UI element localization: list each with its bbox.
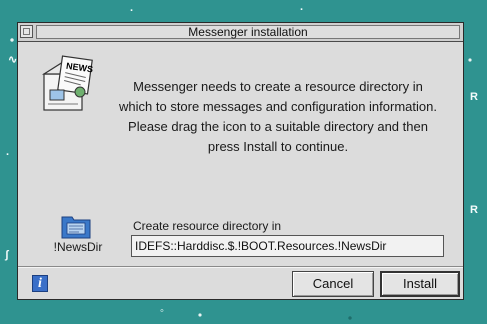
desktop-speck: R	[470, 91, 478, 103]
desktop-speck: ·	[6, 149, 10, 161]
cancel-button[interactable]: Cancel	[292, 271, 374, 297]
dialog-content: NEWS Messenger needs to create a resourc…	[18, 42, 463, 299]
desktop-speck: R	[470, 204, 478, 216]
destination-label: Create resource directory in	[133, 219, 282, 233]
window-title: Messenger installation	[36, 25, 460, 39]
directory-icon[interactable]	[61, 213, 91, 239]
dialog-message: Messenger needs to create a resource dir…	[119, 79, 437, 154]
desktop-speck: ·	[130, 5, 134, 17]
news-app-icon: NEWS	[41, 55, 94, 111]
close-icon[interactable]	[20, 25, 33, 38]
title-bar[interactable]: Messenger installation	[18, 23, 463, 42]
desktop-speck: ∿	[8, 54, 18, 66]
divider	[18, 266, 463, 268]
desktop-speck: ·	[300, 4, 304, 16]
desktop-speck: ◦	[160, 305, 164, 317]
install-button[interactable]: Install	[380, 271, 460, 297]
directory-icon-label: !NewsDir	[53, 240, 103, 254]
desktop-speck: ʃ	[5, 249, 9, 261]
messenger-install-dialog: Messenger installation NEWS Messenger ne…	[17, 22, 464, 300]
destination-path-field[interactable]: IDEFS::Harddisc.$.!BOOT.Resources.!NewsD…	[131, 235, 444, 257]
info-icon[interactable]: i	[32, 275, 48, 292]
